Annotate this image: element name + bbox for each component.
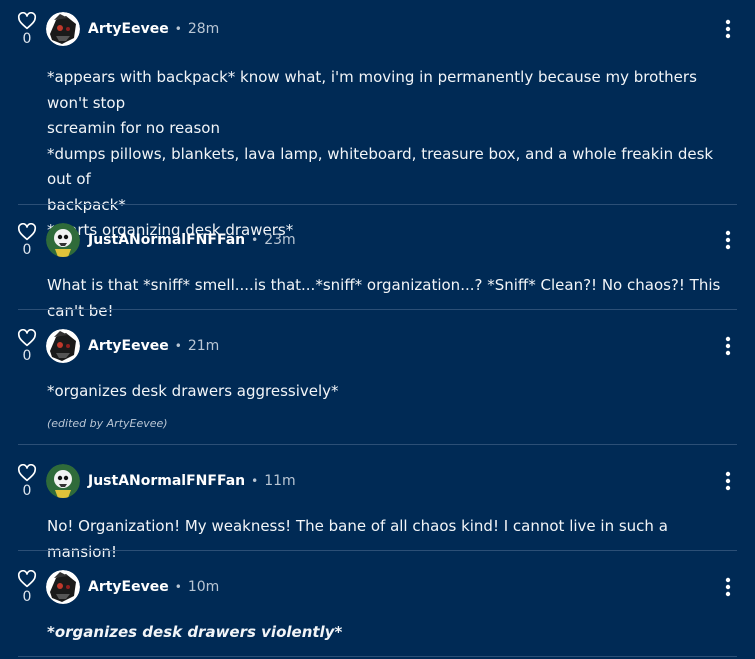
like-control: 0 xyxy=(16,223,38,258)
more-options-icon[interactable] xyxy=(718,18,738,40)
separator-dot: • xyxy=(174,22,182,36)
divider xyxy=(18,204,737,205)
heart-icon[interactable] xyxy=(17,570,37,588)
heart-icon[interactable] xyxy=(17,329,37,347)
username[interactable]: JustANormalFNFFan xyxy=(88,473,245,489)
comment-item: 0 ArtyEevee • 21m *organizes desk drawers … xyxy=(0,329,755,444)
heart-icon[interactable] xyxy=(17,223,37,241)
comment-line: *organizes desk drawers aggressively* xyxy=(47,382,339,400)
separator-dot: • xyxy=(174,580,182,594)
comment-body: What is that *sniff* smell....is that...… xyxy=(47,273,739,324)
timestamp: 10m xyxy=(187,579,220,595)
username[interactable]: ArtyEevee xyxy=(88,21,169,37)
separator-dot: • xyxy=(251,474,259,488)
comment-meta: ArtyEevee • 10m xyxy=(88,578,219,596)
comment-meta: JustANormalFNFFan • 23m xyxy=(88,231,296,249)
comment-body: *organizes desk drawers aggressively* xyxy=(47,379,739,405)
more-options-icon[interactable] xyxy=(718,576,738,598)
divider xyxy=(18,309,737,310)
like-control: 0 xyxy=(16,464,38,499)
comment-meta: ArtyEevee • 21m xyxy=(88,337,219,355)
comment-meta: JustANormalFNFFan • 11m xyxy=(88,472,296,490)
avatar[interactable] xyxy=(46,570,80,604)
avatar[interactable] xyxy=(46,464,80,498)
timestamp: 11m xyxy=(264,473,296,489)
like-control: 0 xyxy=(16,12,38,47)
comment-meta: ArtyEevee • 28m xyxy=(88,20,219,38)
comment-line: *appears with backpack* know what, i'm m… xyxy=(47,68,697,112)
avatar[interactable] xyxy=(46,12,80,46)
heart-icon[interactable] xyxy=(17,12,37,30)
more-options-icon[interactable] xyxy=(718,470,738,492)
comment-line: No! Organization! My weakness! The bane … xyxy=(47,517,668,561)
divider xyxy=(18,550,737,551)
username[interactable]: JustANormalFNFFan xyxy=(88,232,245,248)
edited-note: (edited by ArtyEevee) xyxy=(47,417,168,430)
comment-body: *organizes desk drawers violently* xyxy=(47,620,739,646)
separator-dot: • xyxy=(174,339,182,353)
comment-line: screamin for no reason xyxy=(47,119,220,137)
like-count: 0 xyxy=(22,31,32,47)
comment-line: backpack* xyxy=(47,195,126,214)
comment-body: No! Organization! My weakness! The bane … xyxy=(47,514,739,565)
comment-item: 0 ArtyEevee • 28m *appears with backpack* … xyxy=(0,12,755,239)
like-control: 0 xyxy=(16,329,38,364)
username[interactable]: ArtyEevee xyxy=(88,338,169,354)
divider xyxy=(18,656,737,657)
separator-dot: • xyxy=(251,233,259,247)
comment-line: What is that *sniff* smell....is that...… xyxy=(47,276,721,320)
more-options-icon[interactable] xyxy=(718,229,738,251)
more-options-icon[interactable] xyxy=(718,335,738,357)
timestamp: 21m xyxy=(187,338,220,354)
heart-icon[interactable] xyxy=(17,464,37,482)
like-control: 0 xyxy=(16,570,38,605)
comment-feed: 0 ArtyEevee • 28m *appears with backpack* … xyxy=(0,0,755,659)
avatar[interactable] xyxy=(46,223,80,257)
comment-item: 0 JustANormalFNFFan • 11m No! Organization… xyxy=(0,464,755,561)
comment-line: *organizes desk drawers violently* xyxy=(47,623,343,641)
divider xyxy=(18,444,737,445)
like-count: 0 xyxy=(22,589,32,605)
like-count: 0 xyxy=(22,483,32,499)
comment-line: *dumps pillows, blankets, lava lamp, whi… xyxy=(47,144,714,189)
timestamp: 23m xyxy=(264,232,296,248)
like-count: 0 xyxy=(22,348,32,364)
username[interactable]: ArtyEevee xyxy=(88,579,169,595)
timestamp: 28m xyxy=(187,21,220,37)
avatar[interactable] xyxy=(46,329,80,363)
comment-body: *appears with backpack* know what, i'm m… xyxy=(47,65,739,244)
comment-item: 0 ArtyEevee • 10m *organizes desk drawers … xyxy=(0,570,755,659)
like-count: 0 xyxy=(22,242,32,258)
comment-item: 0 JustANormalFNFFan • 23m What is that *sn… xyxy=(0,223,755,320)
